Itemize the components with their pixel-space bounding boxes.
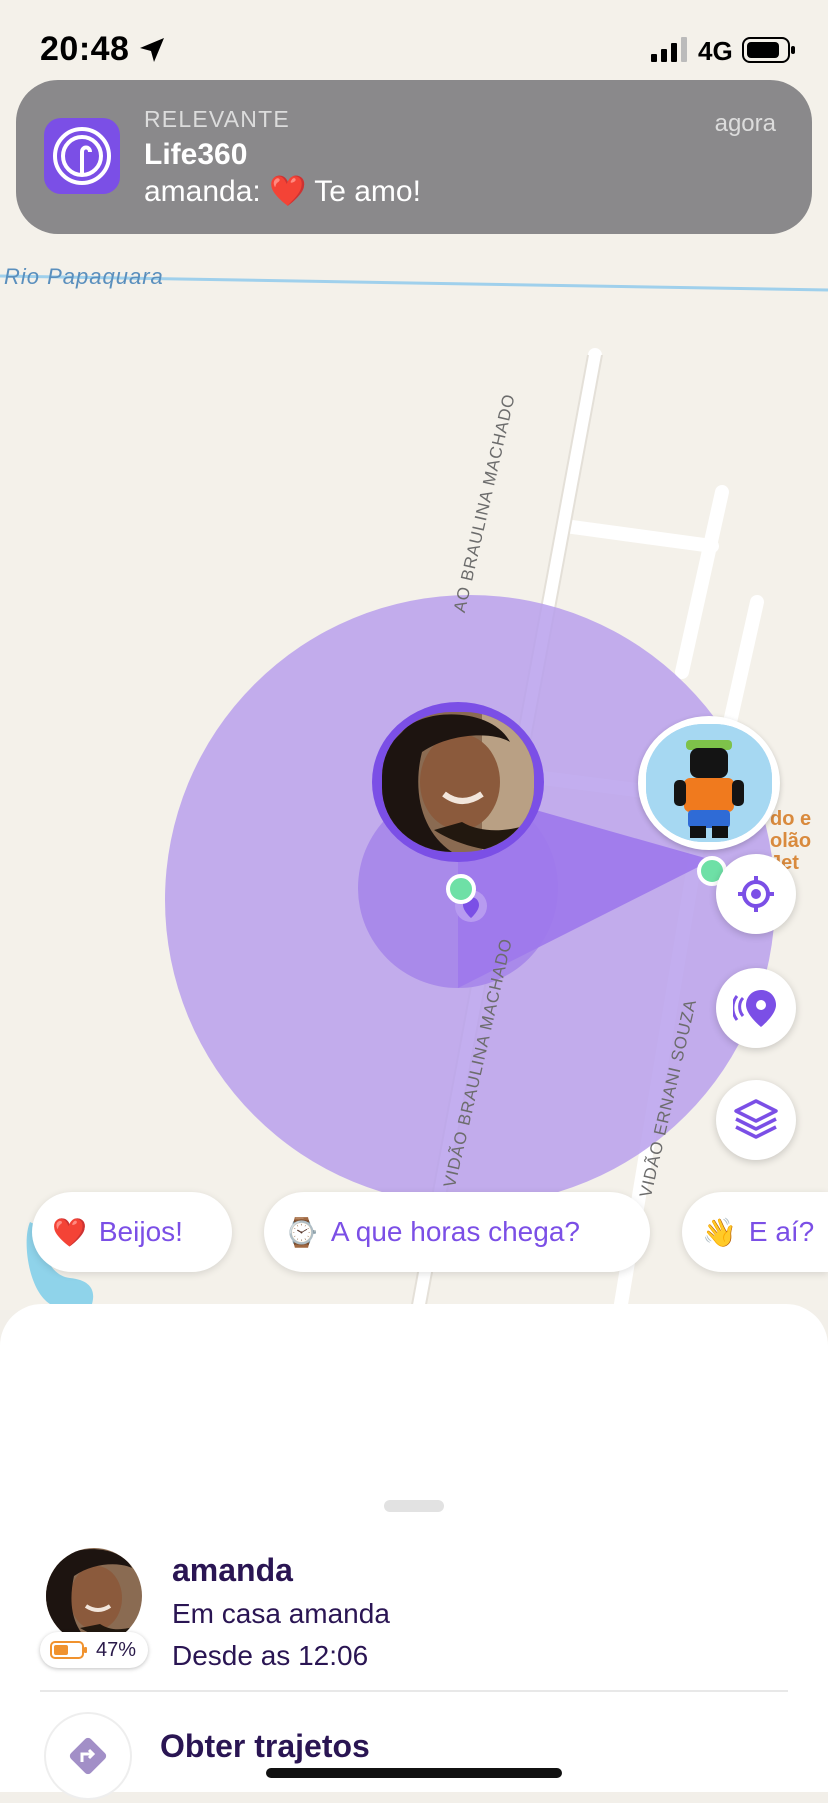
heart-icon: ❤️: [52, 1216, 87, 1248]
location-arrow-icon: [140, 38, 164, 62]
life360-app-icon: [44, 118, 120, 194]
quick-message-beijos[interactable]: ❤️ Beijos!: [32, 1192, 232, 1272]
avatar: [382, 712, 534, 852]
home-indicator[interactable]: [266, 1768, 562, 1778]
places-pin-icon: [733, 990, 776, 1027]
directions-icon: [69, 1737, 107, 1775]
poi-label-line1: do e: [770, 808, 812, 830]
signal-icon: [651, 37, 687, 62]
battery-icon: [50, 1641, 87, 1659]
member-place: Em casa amanda: [172, 1598, 390, 1629]
member-avatar-pin-other[interactable]: [638, 716, 780, 850]
network-type: 4G: [698, 36, 733, 66]
get-directions-button[interactable]: Obter trajetos: [160, 1728, 370, 1765]
notification-app-name: Life360: [144, 138, 248, 171]
crosshair-icon: [738, 876, 774, 912]
notification-message: amanda: ❤️ Te amo!: [144, 175, 421, 208]
directions-icon-button[interactable]: [44, 1712, 132, 1800]
notification-time: agora: [714, 110, 776, 137]
avatar[interactable]: [46, 1548, 142, 1644]
member-location-dot: [446, 874, 476, 904]
quick-message-a-que-horas[interactable]: ⌚ A que horas chega?: [264, 1192, 650, 1272]
quick-message-label: Beijos!: [98, 1216, 183, 1247]
recenter-button[interactable]: [716, 854, 796, 934]
waving-hand-icon: 👋: [702, 1216, 737, 1248]
layers-icon: [734, 1099, 778, 1139]
quick-message-e-ai[interactable]: 👋 E aí?: [682, 1192, 828, 1272]
quick-message-label: E aí?: [748, 1216, 815, 1247]
member-avatar-pin-amanda[interactable]: [372, 702, 544, 862]
battery-percentage: 47%: [96, 1638, 137, 1661]
avatar: [646, 724, 772, 842]
places-button[interactable]: [716, 968, 796, 1048]
notification-category: RELEVANTE: [144, 106, 290, 132]
member-since: Desde as 12:06: [172, 1640, 369, 1671]
divider: [40, 1690, 788, 1692]
sheet-drag-handle[interactable]: [384, 1500, 444, 1512]
member-name[interactable]: amanda: [172, 1552, 293, 1589]
push-notification[interactable]: RELEVANTE Life360 amanda: ❤️ Te amo! ago…: [16, 80, 812, 234]
watch-icon: ⌚: [284, 1216, 319, 1248]
status-time: 20:48: [40, 30, 130, 68]
map-layers-button[interactable]: [716, 1080, 796, 1160]
quick-message-label: A que horas chega?: [330, 1216, 580, 1247]
river-label: Rio Papaquara: [4, 264, 164, 289]
battery-badge: 47%: [40, 1632, 148, 1668]
battery-icon: [742, 37, 795, 63]
